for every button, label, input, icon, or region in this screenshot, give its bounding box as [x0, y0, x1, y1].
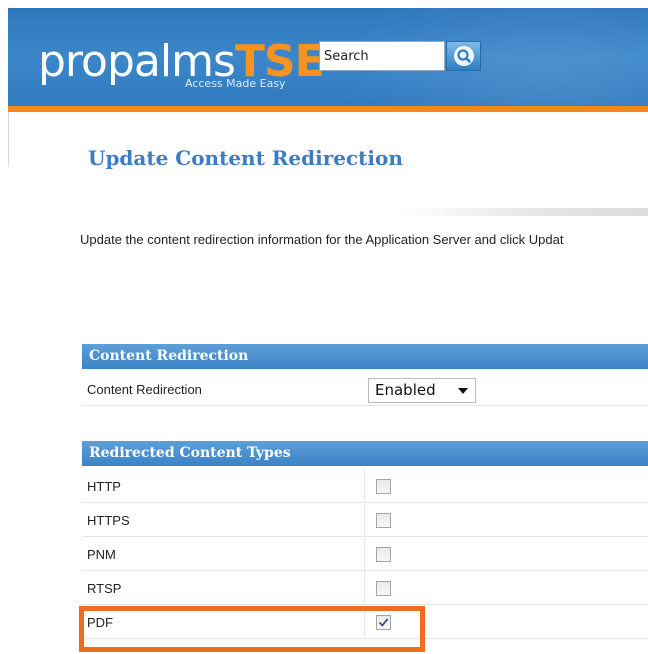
content-type-row-http: HTTP — [82, 470, 648, 503]
search-button[interactable] — [446, 41, 481, 71]
https-checkbox[interactable] — [376, 513, 391, 528]
content-redirection-row: Content Redirection Enabled — [82, 373, 648, 406]
checkbox-cell — [364, 538, 648, 571]
tagline: Access Made Easy — [185, 77, 286, 90]
checkbox-cell — [364, 504, 648, 537]
header-accent-bar — [8, 106, 648, 112]
content-type-label: PNM — [87, 547, 116, 562]
search-icon — [453, 46, 474, 66]
pnm-checkbox[interactable] — [376, 547, 391, 562]
checkbox-cell — [364, 572, 648, 605]
pdf-highlight-box — [79, 606, 425, 652]
content-type-label: HTTP — [87, 479, 121, 494]
content-redirection-label: Content Redirection — [87, 382, 202, 397]
page-title: Update Content Redirection — [88, 146, 403, 170]
content-type-label: HTTPS — [87, 513, 130, 528]
content-redirection-select[interactable]: Enabled — [368, 378, 476, 403]
search-input[interactable] — [319, 41, 445, 71]
http-checkbox[interactable] — [376, 479, 391, 494]
content-type-label: RTSP — [87, 581, 122, 596]
section-header-content-redirection: Content Redirection — [82, 344, 648, 369]
chevron-down-icon — [458, 388, 468, 394]
title-divider — [400, 208, 648, 216]
content-type-row-rtsp: RTSP — [82, 572, 648, 605]
checkbox-cell — [364, 470, 648, 503]
section-header-redirected-content-types: Redirected Content Types — [82, 441, 648, 466]
select-value: Enabled — [375, 381, 436, 399]
content-type-row-pnm: PNM — [82, 538, 648, 571]
intro-text: Update the content redirection informati… — [80, 232, 564, 247]
rtsp-checkbox[interactable] — [376, 581, 391, 596]
page-border — [8, 112, 9, 167]
content-type-row-https: HTTPS — [82, 504, 648, 537]
